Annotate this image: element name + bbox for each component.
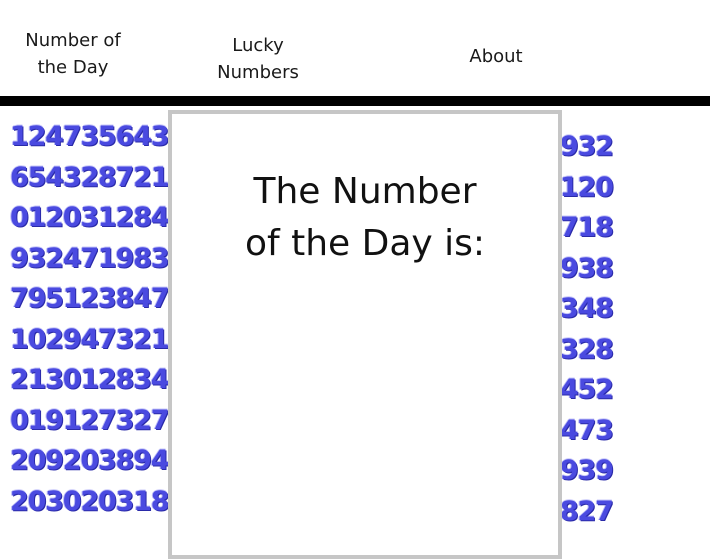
number-of-the-day-card: The Number of the Day is: (168, 110, 562, 559)
page: Number of the Day Lucky Numbers About 12… (0, 0, 710, 559)
background-number: 0191273275 (10, 404, 187, 436)
top-nav: Number of the Day Lucky Numbers About (0, 0, 710, 96)
nav-label-line: Numbers (217, 62, 299, 83)
background-number: 2130128342 (10, 364, 187, 395)
card-heading-line: The Number (253, 171, 477, 212)
nav-label-line: About (469, 46, 523, 67)
nav-divider (0, 96, 710, 106)
background-number: 2030203182 (10, 485, 187, 517)
background-number: 6543287210 (10, 161, 187, 193)
nav-link-number-of-the-day[interactable]: Number of the Day (18, 27, 128, 81)
background-number: 1029473210 (10, 323, 187, 355)
background-number: 9324719832 (10, 242, 187, 274)
background-number: 0120312841 (10, 202, 187, 233)
background-number: 7951238471 (10, 283, 187, 314)
nav-label-line: Lucky (232, 35, 284, 56)
nav-label-line: the Day (37, 57, 109, 78)
background-number: 1247356432 (10, 121, 187, 152)
card-heading-line: of the Day is: (244, 223, 486, 264)
nav-link-about[interactable]: About (446, 43, 546, 70)
background-numbers-left: 1247356432 6543287210 0120312841 9324719… (10, 117, 187, 522)
nav-label-line: Number of (25, 30, 121, 51)
nav-link-lucky-numbers[interactable]: Lucky Numbers (203, 32, 313, 86)
background-number: 2092038947 (10, 445, 187, 476)
card-heading: The Number of the Day is: (172, 166, 558, 270)
